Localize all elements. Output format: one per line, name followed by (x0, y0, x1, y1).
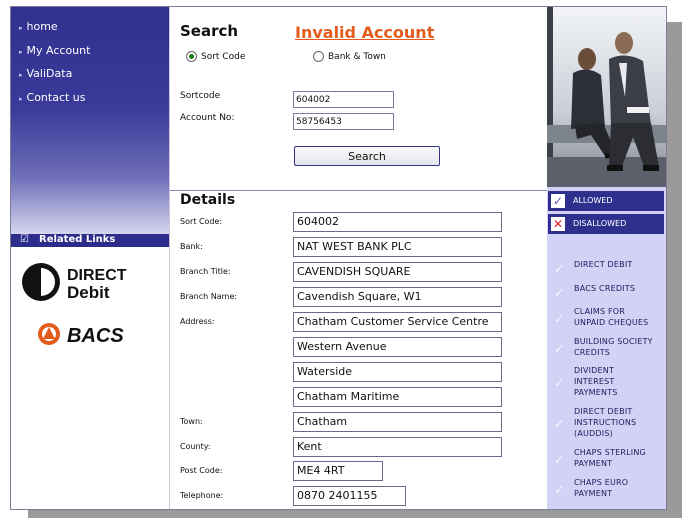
detail-field-county[interactable]: Kent (293, 437, 502, 457)
legend-disallowed: ✕ DISALLOWED (548, 214, 664, 234)
section-divider (170, 190, 548, 191)
nav-item-label: My Account (26, 44, 91, 57)
details-title: Details (180, 192, 236, 208)
account-number-input[interactable]: 58756453 (293, 113, 394, 130)
nav-item-my-account[interactable]: ▸ My Account (19, 44, 90, 57)
service-line: BACS CREDITS (574, 284, 636, 293)
radio-sort-code-label: Sort Code (201, 52, 246, 62)
check-icon: ✓ (554, 342, 565, 357)
radio-bank-town[interactable]: Bank & Town (313, 51, 386, 62)
nav-item-label: Contact us (26, 91, 86, 104)
search-title: Search (180, 22, 239, 40)
detail-label: Branch Title: (180, 267, 231, 276)
check-icon: ✓ (554, 312, 565, 327)
nav-item-home[interactable]: ▸ home (19, 20, 58, 33)
check-icon: ✓ (551, 194, 565, 208)
detail-label: Town: (180, 417, 203, 426)
bacs-logo-text: BACS (67, 325, 124, 347)
legend-allowed-label: ALLOWED (573, 196, 613, 205)
service-line: PAYMENTS (574, 388, 618, 397)
nav-item-label: ValiData (26, 67, 73, 80)
check-icon: ✓ (554, 262, 565, 277)
detail-field-telephone[interactable]: 0870 2401155 (293, 486, 406, 506)
detail-label: Branch Name: (180, 292, 238, 301)
radio-unselected-icon (313, 51, 324, 62)
service-line: DIRECT DEBIT (574, 260, 633, 269)
service-line: DIRECT DEBIT (574, 407, 633, 416)
arrow-icon: ▸ (19, 48, 23, 56)
service-line: CHAPS STERLING (574, 448, 646, 457)
direct-debit-logo[interactable]: DIRECT Debit (21, 262, 153, 302)
check-icon: ✓ (554, 286, 565, 301)
radio-selected-icon (186, 51, 197, 62)
detail-field-address-3[interactable]: Waterside (293, 362, 502, 382)
sortcode-label: Sortcode (180, 91, 221, 101)
service-line: UNPAID CHEQUES (574, 318, 649, 327)
search-button[interactable]: Search (294, 146, 440, 166)
detail-field-town[interactable]: Chatham (293, 412, 502, 432)
nav-panel: ▸ home ▸ My Account ▸ ValiData ▸ Contact us (11, 7, 169, 234)
cross-icon: ✕ (551, 217, 565, 231)
arrow-icon: ▸ (19, 24, 23, 32)
service-line: (AUDDIS) (574, 429, 613, 438)
checkbox-icon: ☑ (20, 234, 29, 245)
service-line: CHAPS EURO (574, 478, 629, 487)
detail-field-bank[interactable]: NAT WEST BANK PLC (293, 237, 502, 257)
arrow-icon: ▸ (19, 71, 23, 79)
legend-allowed: ✓ ALLOWED (548, 191, 664, 211)
nav-item-validata[interactable]: ▸ ValiData (19, 67, 72, 80)
business-people-photo (547, 7, 666, 187)
radio-bank-town-label: Bank & Town (328, 52, 386, 62)
service-line: BUILDING SOCIETY (574, 337, 653, 346)
bacs-logo[interactable]: BACS (37, 321, 137, 347)
left-column: ▸ home ▸ My Account ▸ ValiData ▸ Contact us … (11, 7, 169, 509)
service-line: INTEREST (574, 377, 615, 386)
detail-label: Address: (180, 317, 215, 326)
direct-debit-line1: DIRECT (67, 267, 127, 284)
detail-label: Sort Code: (180, 217, 223, 226)
detail-field-post-code[interactable]: ME4 4RT (293, 461, 383, 481)
page-frame: ▸ home ▸ My Account ▸ ValiData ▸ Contact us … (10, 6, 667, 510)
service-line: DIVIDENT (574, 366, 615, 375)
detail-field-branch-name[interactable]: Cavendish Square, W1 (293, 287, 502, 307)
radio-sort-code[interactable]: Sort Code (186, 51, 245, 62)
check-icon: ✓ (554, 417, 565, 432)
detail-field-branch-title[interactable]: CAVENDISH SQUARE (293, 262, 502, 282)
check-icon: ✓ (554, 453, 565, 468)
detail-field-address-1[interactable]: Chatham Customer Service Centre (293, 312, 502, 332)
nav-item-label: home (26, 20, 58, 33)
nav-item-contact-us[interactable]: ▸ Contact us (19, 91, 86, 104)
detail-label: Post Code: (180, 466, 223, 475)
services-panel: ✓ ALLOWED ✕ DISALLOWED ✓ DIRECT DEBIT ✓ … (547, 7, 666, 509)
sortcode-input[interactable]: 604002 (293, 91, 394, 108)
related-links-label: Related Links (39, 234, 116, 245)
service-line: CREDITS (574, 348, 611, 357)
detail-field-address-4[interactable]: Chatham Maritime (293, 387, 502, 407)
check-icon: ✓ (554, 483, 565, 498)
detail-field-sort-code[interactable]: 604002 (293, 212, 502, 232)
main-content: Search Invalid Account Sort Code Bank & … (169, 7, 548, 509)
account-status-link[interactable]: Invalid Account (295, 23, 434, 42)
arrow-icon: ▸ (19, 95, 23, 103)
detail-label: Telephone: (180, 491, 224, 500)
detail-label: County: (180, 442, 211, 451)
direct-debit-line2: Debit (67, 283, 110, 302)
check-icon: ✓ (554, 376, 565, 391)
account-number-label: Account No: (180, 113, 235, 123)
detail-label: Bank: (180, 242, 203, 251)
service-line: INSTRUCTIONS (574, 418, 637, 427)
service-line: CLAIMS FOR (574, 307, 626, 316)
related-links-header: ☑ Related Links (11, 234, 169, 247)
detail-field-address-2[interactable]: Western Avenue (293, 337, 502, 357)
service-line: PAYMENT (574, 489, 613, 498)
service-line: PAYMENT (574, 459, 613, 468)
legend-disallowed-label: DISALLOWED (573, 219, 627, 228)
